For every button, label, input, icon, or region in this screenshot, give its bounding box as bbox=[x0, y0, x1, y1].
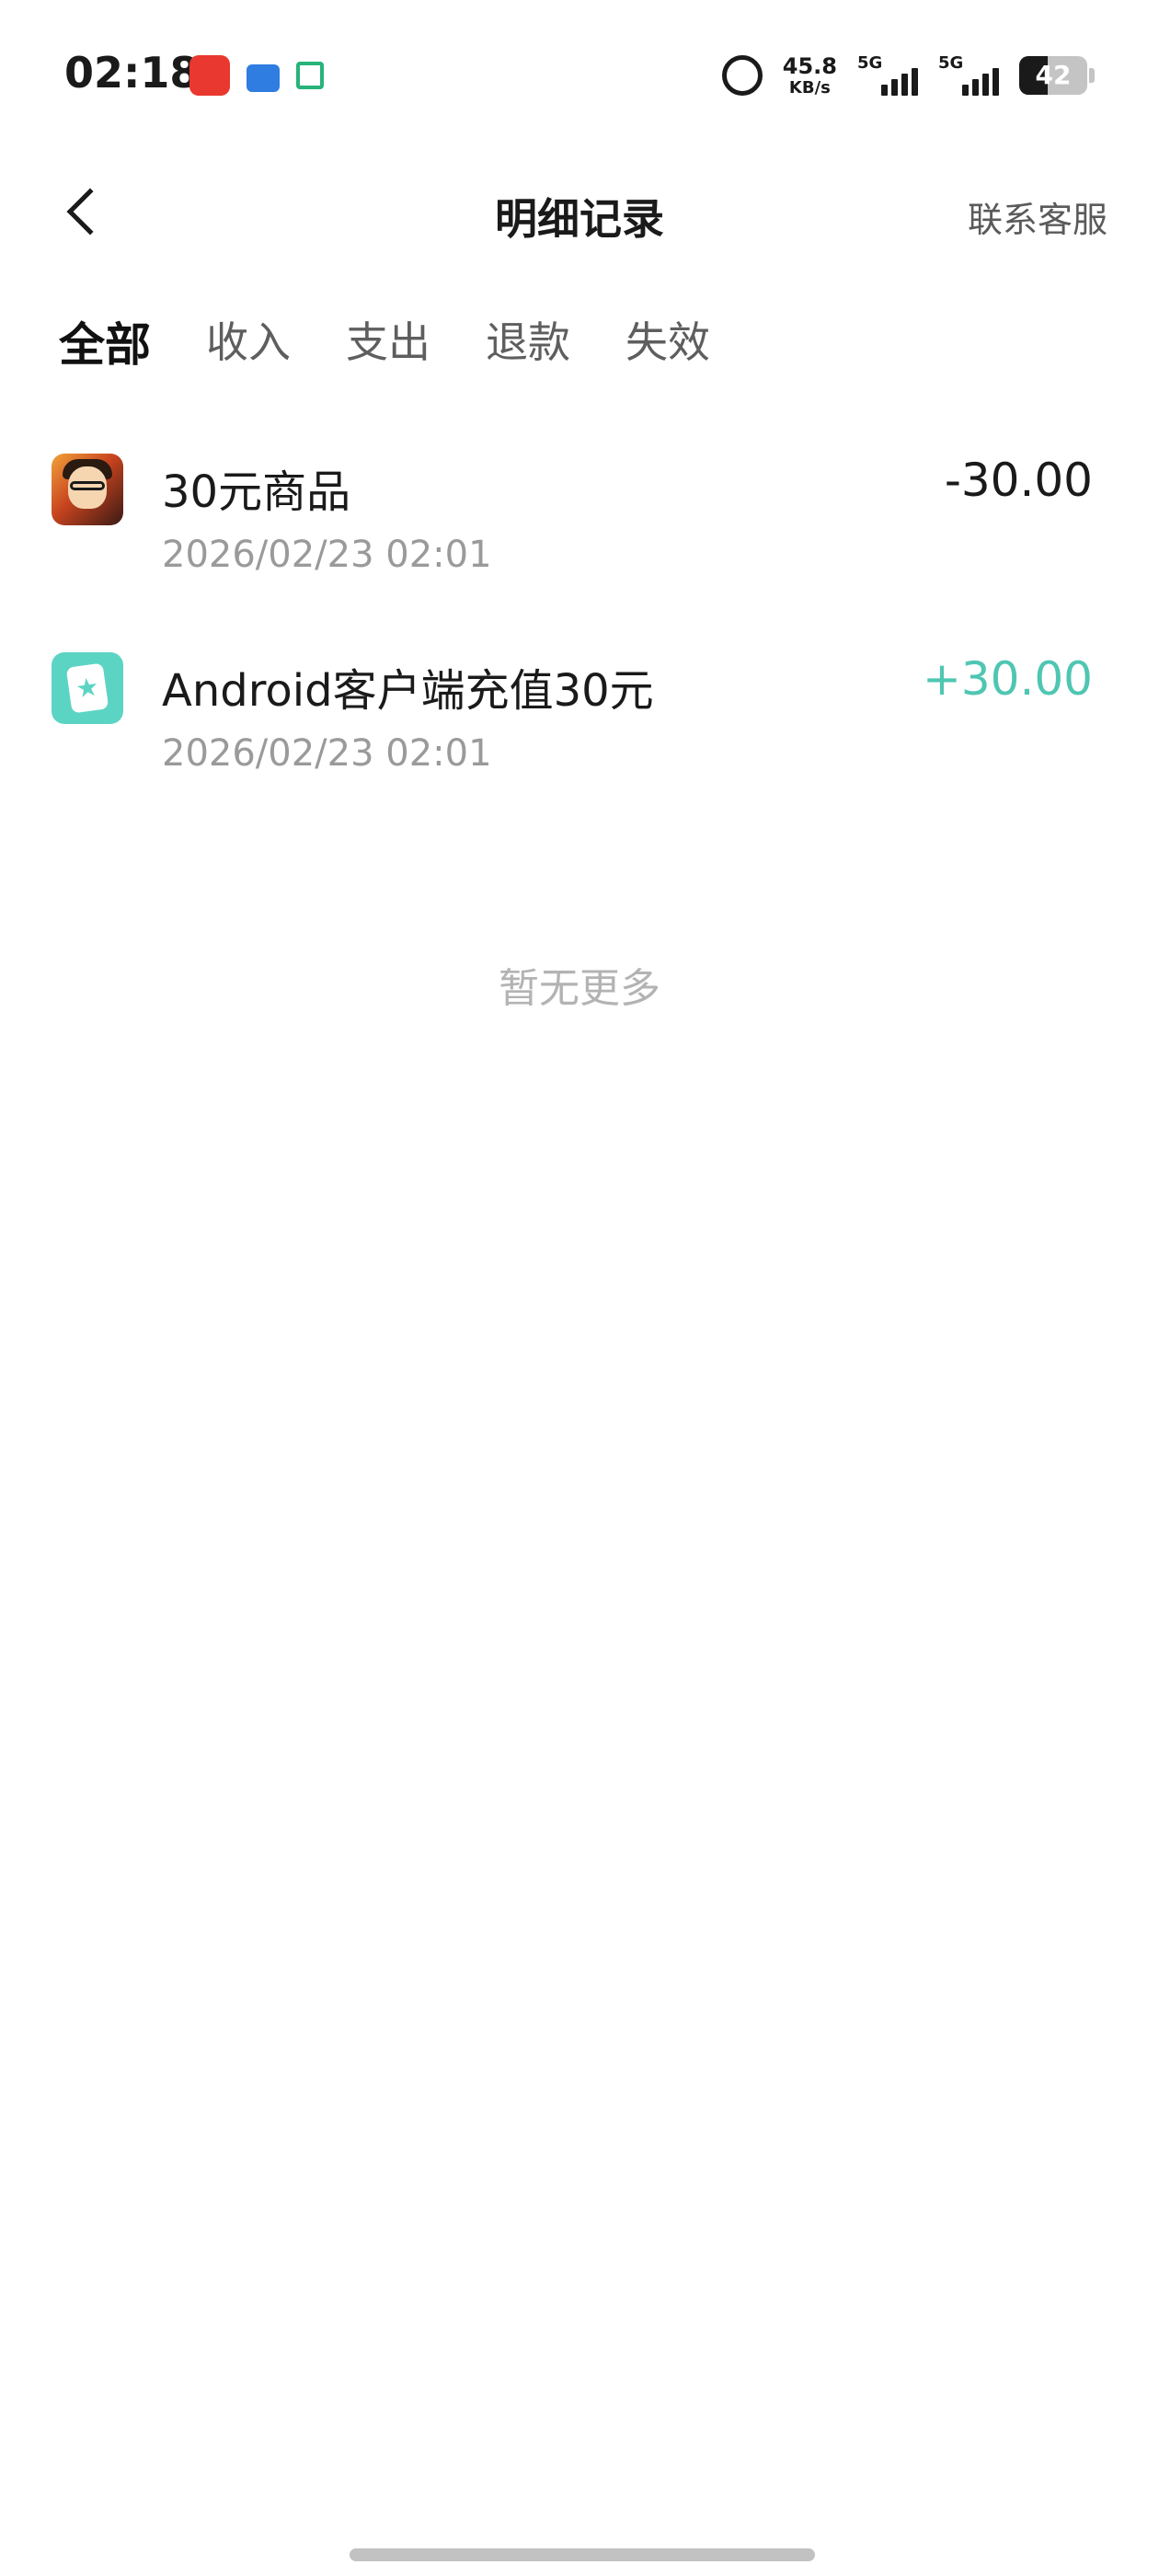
battery-icon: 42 bbox=[1019, 56, 1087, 95]
record-title: Android客户端充值30元 bbox=[162, 665, 654, 717]
battery-level: 42 bbox=[1035, 60, 1072, 90]
record-amount: -30.00 bbox=[944, 454, 1093, 507]
record-list: 30元商品 2026/02/23 02:01 -30.00 ★ Android客… bbox=[0, 446, 1159, 844]
product-game-icon bbox=[52, 454, 123, 525]
net-speed-value: 45.8 bbox=[782, 52, 837, 79]
filter-tabs: 全部 收入 支出 退款 失效 bbox=[55, 317, 710, 373]
battery-tip bbox=[1089, 68, 1095, 83]
record-title: 30元商品 bbox=[162, 466, 351, 518]
tab-expense[interactable]: 支出 bbox=[346, 317, 430, 373]
details-page: 02:18 45.8 KB/s 5G 5G 42 明细记录 联系客服 全部 收入… bbox=[0, 0, 1159, 2576]
notification-icons bbox=[189, 55, 324, 96]
status-indicators: 45.8 KB/s 5G 5G 42 bbox=[721, 52, 1095, 99]
signal-label: 5G bbox=[857, 53, 883, 73]
signal-bars bbox=[881, 68, 918, 96]
tab-income[interactable]: 收入 bbox=[206, 317, 291, 373]
header: 明细记录 联系客服 bbox=[0, 166, 1159, 258]
no-more-text: 暂无更多 bbox=[499, 965, 660, 1012]
signal-bars bbox=[962, 68, 999, 96]
signal-label: 5G bbox=[938, 53, 964, 73]
contact-service-button[interactable]: 联系客服 bbox=[968, 191, 1107, 242]
message-notification-icon bbox=[247, 64, 280, 92]
status-bar: 02:18 45.8 KB/s 5G 5G 42 bbox=[0, 0, 1159, 138]
app-notification-icon bbox=[189, 55, 230, 96]
star-card-icon: ★ bbox=[65, 662, 109, 714]
net-speed-unit: KB/s bbox=[788, 77, 831, 98]
record-time: 2026/02/23 02:01 bbox=[162, 732, 492, 775]
list-item[interactable]: ★ Android客户端充值30元 2026/02/23 02:01 +30.0… bbox=[0, 645, 1159, 844]
net-speed: 45.8 KB/s bbox=[783, 55, 837, 97]
list-item[interactable]: 30元商品 2026/02/23 02:01 -30.00 bbox=[0, 446, 1159, 645]
tab-all[interactable]: 全部 bbox=[55, 317, 155, 373]
tab-refund[interactable]: 退款 bbox=[486, 317, 570, 373]
home-indicator[interactable] bbox=[350, 2548, 815, 2561]
recharge-wallet-icon: ★ bbox=[52, 652, 123, 724]
signal-icon: 5G bbox=[857, 53, 918, 98]
tab-expired[interactable]: 失效 bbox=[625, 317, 710, 373]
signal-icon: 5G bbox=[938, 53, 999, 98]
alarm-icon bbox=[721, 55, 763, 96]
home-notification-icon bbox=[296, 62, 324, 89]
record-time: 2026/02/23 02:01 bbox=[162, 534, 492, 576]
record-amount: +30.00 bbox=[922, 652, 1093, 706]
tab-label: 全部 bbox=[59, 318, 151, 372]
status-time: 02:18 bbox=[64, 48, 200, 98]
